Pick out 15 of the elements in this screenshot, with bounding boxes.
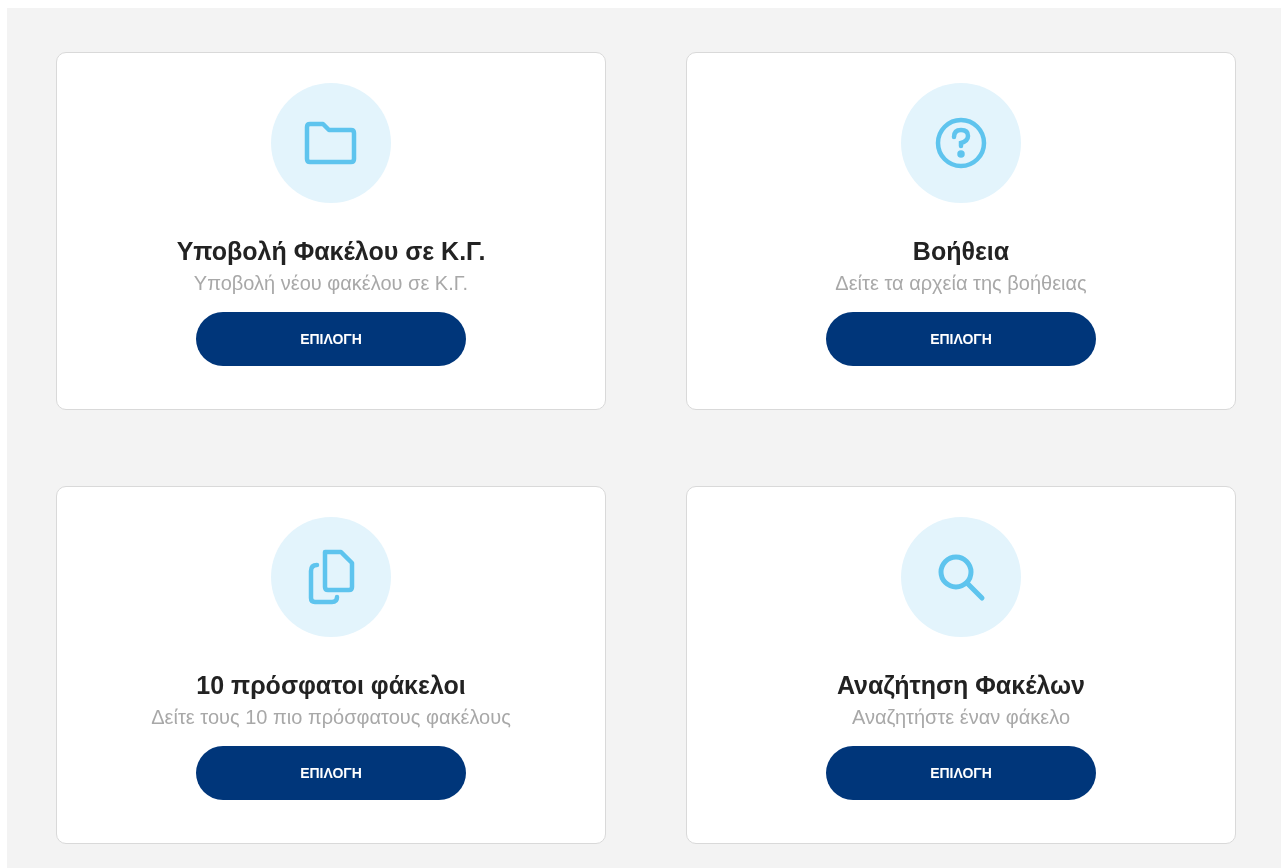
copy-icon: [307, 549, 355, 605]
card-title: Βοήθεια: [912, 237, 1010, 266]
select-button[interactable]: ΕΠΙΛΟΓΗ: [826, 312, 1096, 366]
card-subtitle: Δείτε τους 10 πιο πρόσφατους φακέλους: [151, 706, 511, 729]
help-icon: [934, 116, 988, 170]
select-button[interactable]: ΕΠΙΛΟΓΗ: [826, 746, 1096, 800]
card-subtitle: Δείτε τα αρχεία της βοήθειας: [835, 272, 1087, 295]
card-title: 10 πρόσφατοι φάκελοι: [196, 671, 466, 700]
card-title: Αναζήτηση Φακέλων: [836, 671, 1086, 700]
select-button[interactable]: ΕΠΙΛΟΓΗ: [196, 312, 466, 366]
card-title: Υποβολή Φακέλου σε Κ.Γ.: [176, 237, 486, 266]
card-subtitle: Υποβολή νέου φακέλου σε Κ.Γ.: [193, 272, 469, 295]
folder-icon: [304, 121, 358, 165]
select-button[interactable]: ΕΠΙΛΟΓΗ: [196, 746, 466, 800]
card-subtitle: Αναζητήστε έναν φάκελο: [851, 706, 1071, 729]
